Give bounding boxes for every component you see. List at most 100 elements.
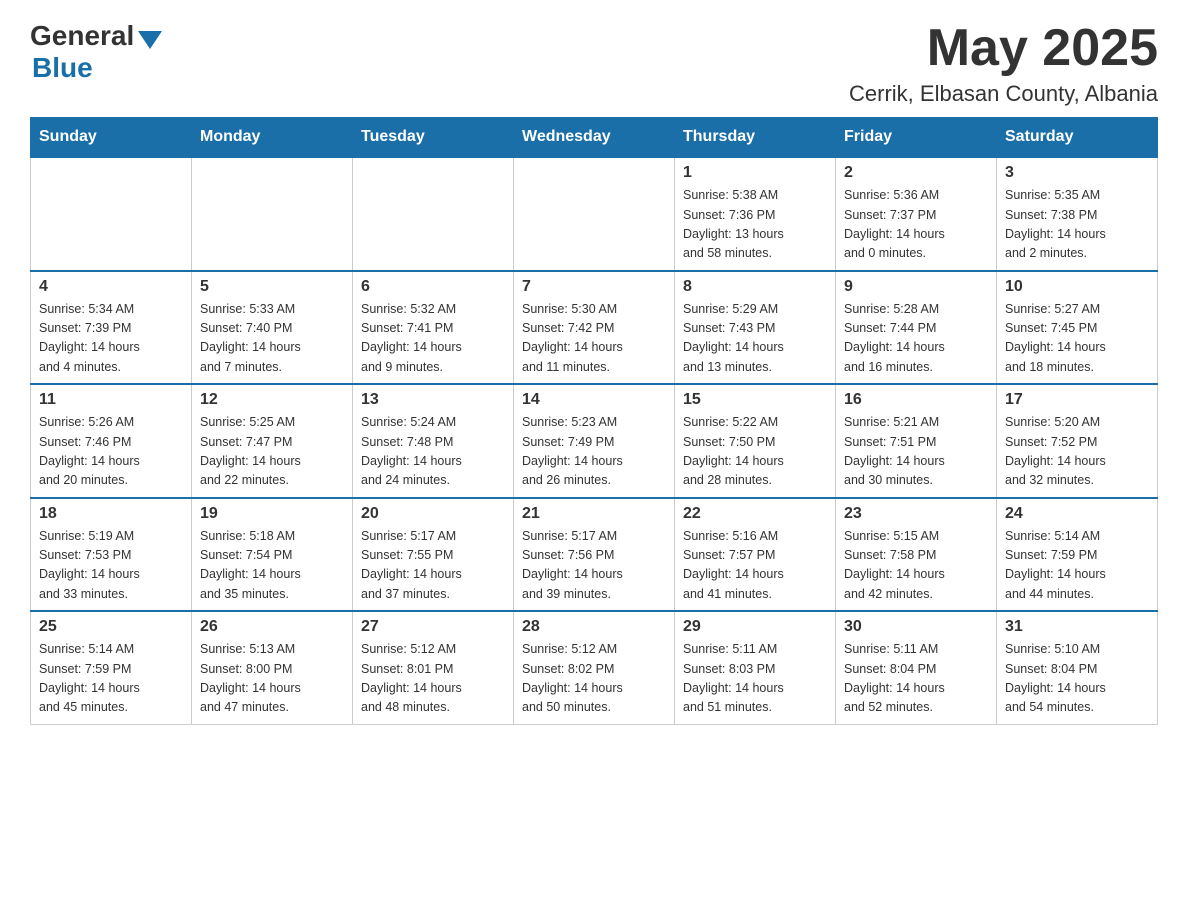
day-number: 10 xyxy=(1005,278,1149,296)
calendar-week-row: 4 Sunrise: 5:34 AM Sunset: 7:39 PM Daylig… xyxy=(31,271,1158,385)
calendar-cell: 13 Sunrise: 5:24 AM Sunset: 7:48 PM Dayli… xyxy=(353,384,514,498)
day-number: 5 xyxy=(200,278,344,296)
day-info: Sunrise: 5:12 AM Sunset: 8:01 PM Dayligh… xyxy=(361,640,505,718)
logo-triangle-icon xyxy=(138,31,162,49)
calendar-cell: 11 Sunrise: 5:26 AM Sunset: 7:46 PM Dayli… xyxy=(31,384,192,498)
day-number: 28 xyxy=(522,618,666,636)
logo-general-text: General xyxy=(30,20,134,52)
calendar-cell: 27 Sunrise: 5:12 AM Sunset: 8:01 PM Dayli… xyxy=(353,611,514,724)
calendar-cell: 28Sunrise: 5:12 AM Sunset: 8:02 PM Dayli… xyxy=(514,611,675,724)
calendar-cell: 16 Sunrise: 5:21 AM Sunset: 7:51 PM Dayli… xyxy=(836,384,997,498)
day-info: Sunrise: 5:24 AM Sunset: 7:48 PM Dayligh… xyxy=(361,413,505,491)
calendar-header-tuesday: Tuesday xyxy=(353,118,514,158)
calendar-cell: 10 Sunrise: 5:27 AM Sunset: 7:45 PM Dayli… xyxy=(997,271,1158,385)
day-info: Sunrise: 5:28 AM Sunset: 7:44 PM Dayligh… xyxy=(844,300,988,378)
day-number: 13 xyxy=(361,391,505,409)
day-number: 16 xyxy=(844,391,988,409)
calendar-cell: 22 Sunrise: 5:16 AM Sunset: 7:57 PM Dayli… xyxy=(675,498,836,612)
day-info: Sunrise: 5:32 AM Sunset: 7:41 PM Dayligh… xyxy=(361,300,505,378)
day-info: Sunrise: 5:14 AM Sunset: 7:59 PM Dayligh… xyxy=(39,640,183,718)
day-info: Sunrise: 5:26 AM Sunset: 7:46 PM Dayligh… xyxy=(39,413,183,491)
day-number: 9 xyxy=(844,278,988,296)
calendar-cell: 31 Sunrise: 5:10 AM Sunset: 8:04 PM Dayli… xyxy=(997,611,1158,724)
day-info: Sunrise: 5:10 AM Sunset: 8:04 PM Dayligh… xyxy=(1005,640,1149,718)
page-header: General Blue May 2025 Cerrik, Elbasan Co… xyxy=(30,20,1158,107)
calendar-cell xyxy=(192,157,353,271)
calendar-cell: 9 Sunrise: 5:28 AM Sunset: 7:44 PM Daylig… xyxy=(836,271,997,385)
calendar-cell: 5 Sunrise: 5:33 AM Sunset: 7:40 PM Daylig… xyxy=(192,271,353,385)
day-info: Sunrise: 5:23 AM Sunset: 7:49 PM Dayligh… xyxy=(522,413,666,491)
calendar-header-sunday: Sunday xyxy=(31,118,192,158)
calendar-cell: 14Sunrise: 5:23 AM Sunset: 7:49 PM Dayli… xyxy=(514,384,675,498)
day-info: Sunrise: 5:11 AM Sunset: 8:04 PM Dayligh… xyxy=(844,640,988,718)
calendar-cell: 21Sunrise: 5:17 AM Sunset: 7:56 PM Dayli… xyxy=(514,498,675,612)
calendar-cell: 26Sunrise: 5:13 AM Sunset: 8:00 PM Dayli… xyxy=(192,611,353,724)
day-info: Sunrise: 5:20 AM Sunset: 7:52 PM Dayligh… xyxy=(1005,413,1149,491)
day-number: 31 xyxy=(1005,618,1149,636)
day-info: Sunrise: 5:18 AM Sunset: 7:54 PM Dayligh… xyxy=(200,527,344,605)
day-number: 2 xyxy=(844,164,988,182)
calendar-cell: 19 Sunrise: 5:18 AM Sunset: 7:54 PM Dayli… xyxy=(192,498,353,612)
calendar-cell: 20Sunrise: 5:17 AM Sunset: 7:55 PM Dayli… xyxy=(353,498,514,612)
day-number: 17 xyxy=(1005,391,1149,409)
day-number: 20 xyxy=(361,505,505,523)
day-number: 24 xyxy=(1005,505,1149,523)
day-number: 30 xyxy=(844,618,988,636)
day-info: Sunrise: 5:16 AM Sunset: 7:57 PM Dayligh… xyxy=(683,527,827,605)
day-info: Sunrise: 5:25 AM Sunset: 7:47 PM Dayligh… xyxy=(200,413,344,491)
day-number: 19 xyxy=(200,505,344,523)
day-number: 23 xyxy=(844,505,988,523)
day-number: 7 xyxy=(522,278,666,296)
day-info: Sunrise: 5:21 AM Sunset: 7:51 PM Dayligh… xyxy=(844,413,988,491)
day-number: 29 xyxy=(683,618,827,636)
calendar-cell: 7 Sunrise: 5:30 AM Sunset: 7:42 PM Daylig… xyxy=(514,271,675,385)
calendar-cell: 1Sunrise: 5:38 AM Sunset: 7:36 PM Daylig… xyxy=(675,157,836,271)
day-number: 18 xyxy=(39,505,183,523)
calendar-cell: 18 Sunrise: 5:19 AM Sunset: 7:53 PM Dayli… xyxy=(31,498,192,612)
day-number: 15 xyxy=(683,391,827,409)
calendar-cell: 2 Sunrise: 5:36 AM Sunset: 7:37 PM Daylig… xyxy=(836,157,997,271)
day-info: Sunrise: 5:11 AM Sunset: 8:03 PM Dayligh… xyxy=(683,640,827,718)
day-number: 4 xyxy=(39,278,183,296)
day-info: Sunrise: 5:13 AM Sunset: 8:00 PM Dayligh… xyxy=(200,640,344,718)
day-info: Sunrise: 5:29 AM Sunset: 7:43 PM Dayligh… xyxy=(683,300,827,378)
calendar-header-thursday: Thursday xyxy=(675,118,836,158)
logo: General Blue xyxy=(30,20,162,84)
day-number: 27 xyxy=(361,618,505,636)
calendar-table: SundayMondayTuesdayWednesdayThursdayFrid… xyxy=(30,117,1158,725)
calendar-cell: 23 Sunrise: 5:15 AM Sunset: 7:58 PM Dayli… xyxy=(836,498,997,612)
calendar-cell: 29 Sunrise: 5:11 AM Sunset: 8:03 PM Dayli… xyxy=(675,611,836,724)
day-info: Sunrise: 5:30 AM Sunset: 7:42 PM Dayligh… xyxy=(522,300,666,378)
calendar-cell xyxy=(31,157,192,271)
day-info: Sunrise: 5:15 AM Sunset: 7:58 PM Dayligh… xyxy=(844,527,988,605)
logo-blue-text: Blue xyxy=(32,52,93,84)
day-number: 12 xyxy=(200,391,344,409)
day-number: 25 xyxy=(39,618,183,636)
day-info: Sunrise: 5:19 AM Sunset: 7:53 PM Dayligh… xyxy=(39,527,183,605)
day-info: Sunrise: 5:33 AM Sunset: 7:40 PM Dayligh… xyxy=(200,300,344,378)
calendar-header-row: SundayMondayTuesdayWednesdayThursdayFrid… xyxy=(31,118,1158,158)
calendar-cell: 4 Sunrise: 5:34 AM Sunset: 7:39 PM Daylig… xyxy=(31,271,192,385)
calendar-cell: 12 Sunrise: 5:25 AM Sunset: 7:47 PM Dayli… xyxy=(192,384,353,498)
day-info: Sunrise: 5:17 AM Sunset: 7:56 PM Dayligh… xyxy=(522,527,666,605)
day-number: 1 xyxy=(683,164,827,182)
day-info: Sunrise: 5:14 AM Sunset: 7:59 PM Dayligh… xyxy=(1005,527,1149,605)
day-info: Sunrise: 5:27 AM Sunset: 7:45 PM Dayligh… xyxy=(1005,300,1149,378)
calendar-week-row: 11 Sunrise: 5:26 AM Sunset: 7:46 PM Dayli… xyxy=(31,384,1158,498)
calendar-week-row: 25 Sunrise: 5:14 AM Sunset: 7:59 PM Dayli… xyxy=(31,611,1158,724)
day-number: 22 xyxy=(683,505,827,523)
calendar-cell: 15 Sunrise: 5:22 AM Sunset: 7:50 PM Dayli… xyxy=(675,384,836,498)
calendar-cell: 3Sunrise: 5:35 AM Sunset: 7:38 PM Daylig… xyxy=(997,157,1158,271)
calendar-cell: 8Sunrise: 5:29 AM Sunset: 7:43 PM Daylig… xyxy=(675,271,836,385)
calendar-cell: 30 Sunrise: 5:11 AM Sunset: 8:04 PM Dayli… xyxy=(836,611,997,724)
calendar-header-monday: Monday xyxy=(192,118,353,158)
day-number: 6 xyxy=(361,278,505,296)
day-number: 11 xyxy=(39,391,183,409)
day-info: Sunrise: 5:35 AM Sunset: 7:38 PM Dayligh… xyxy=(1005,186,1149,264)
day-info: Sunrise: 5:22 AM Sunset: 7:50 PM Dayligh… xyxy=(683,413,827,491)
calendar-header-wednesday: Wednesday xyxy=(514,118,675,158)
title-area: May 2025 Cerrik, Elbasan County, Albania xyxy=(849,20,1158,107)
day-info: Sunrise: 5:36 AM Sunset: 7:37 PM Dayligh… xyxy=(844,186,988,264)
day-info: Sunrise: 5:34 AM Sunset: 7:39 PM Dayligh… xyxy=(39,300,183,378)
calendar-week-row: 1Sunrise: 5:38 AM Sunset: 7:36 PM Daylig… xyxy=(31,157,1158,271)
